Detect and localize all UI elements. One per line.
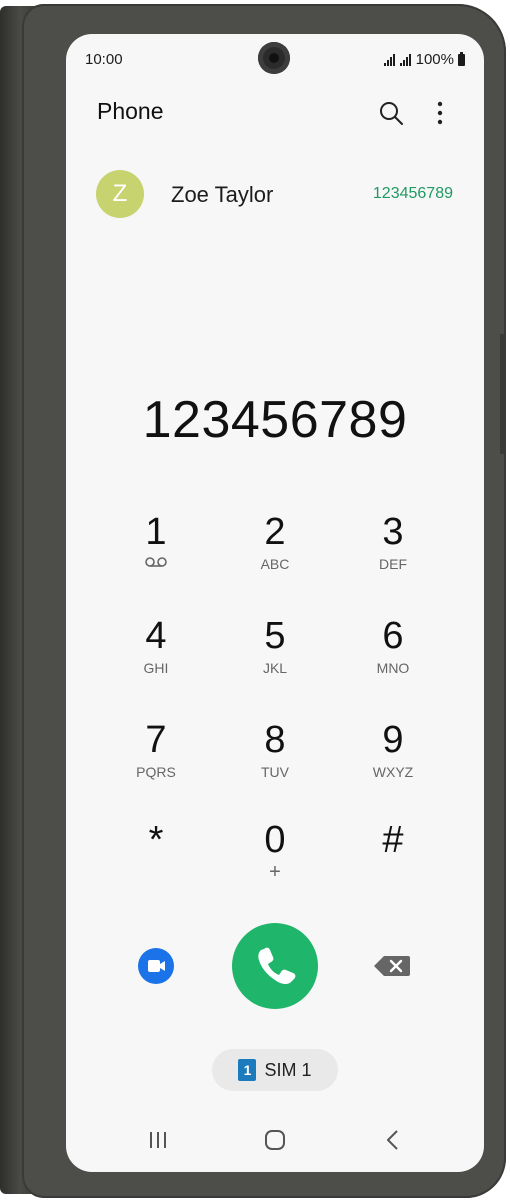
backspace-icon[interactable] xyxy=(372,952,412,980)
key-7[interactable]: 7 PQRS xyxy=(101,720,211,810)
contact-suggestion[interactable]: Z Zoe Taylor 123456789 xyxy=(66,170,484,220)
back-nav-icon[interactable] xyxy=(378,1127,408,1153)
dialed-number-display[interactable]: 123456789 xyxy=(66,390,484,450)
key-letters: DEF xyxy=(379,556,407,572)
key-digit: 7 xyxy=(145,719,167,761)
screen: 10:00 100% Phone Z Zoe Taylor 1 2 3 4 5 6 7 8 9 … xyxy=(66,34,484,1172)
phone-frame: 10:00 100% Phone Z Zoe Taylor 1 2 3 4 5 6 7 8 9 … xyxy=(0,0,510,1200)
key-digit: 9 xyxy=(382,719,404,761)
key-digit: 6 xyxy=(382,615,404,657)
battery-percent: 100% xyxy=(415,51,454,68)
key-digit: 0 xyxy=(264,819,286,861)
front-camera xyxy=(258,42,290,74)
key-0[interactable]: 0 + xyxy=(220,820,330,910)
contact-number: 123456789 xyxy=(372,185,453,202)
key-letters: TUV xyxy=(261,764,289,780)
key-digit: 1 xyxy=(145,511,167,553)
key-2[interactable]: 2 ABC xyxy=(220,512,330,602)
status-time: 10:00 xyxy=(85,51,123,68)
key-digit: 8 xyxy=(264,719,286,761)
sim-badge: 1 xyxy=(238,1059,257,1081)
key-digit: 4 xyxy=(145,615,167,657)
more-options-icon[interactable] xyxy=(430,98,450,128)
key-digit: 5 xyxy=(264,615,286,657)
key-letters: MNO xyxy=(376,660,410,676)
key-5[interactable]: 5 JKL xyxy=(220,616,330,706)
key-9[interactable]: 9 WXYZ xyxy=(338,720,448,810)
status-icons: 100% xyxy=(383,51,465,68)
key-3[interactable]: 3 DEF xyxy=(338,512,448,602)
sim-selector[interactable]: 1 SIM 1 xyxy=(212,1049,338,1091)
side-button xyxy=(500,334,506,454)
key-letters: ABC xyxy=(260,556,290,572)
call-button[interactable] xyxy=(232,923,318,1009)
key-digit: 2 xyxy=(264,511,286,553)
key-letters: GHI xyxy=(143,660,169,676)
recents-nav-icon[interactable] xyxy=(143,1127,173,1153)
key-6[interactable]: 6 MNO xyxy=(338,616,448,706)
video-call-icon xyxy=(148,960,165,972)
key-1[interactable]: 1 xyxy=(101,512,211,602)
voicemail-icon xyxy=(145,557,167,567)
key-letters: + xyxy=(269,861,281,883)
key-star[interactable]: * xyxy=(101,820,211,910)
key-letters: WXYZ xyxy=(372,764,414,780)
key-letters: PQRS xyxy=(136,764,176,780)
key-digit: 3 xyxy=(382,511,404,553)
avatar: Z xyxy=(96,170,144,218)
phone-icon xyxy=(258,947,296,985)
search-icon[interactable] xyxy=(376,98,406,128)
signal-icon xyxy=(399,53,411,66)
page-title: Phone xyxy=(97,98,164,124)
key-digit: # xyxy=(382,819,404,861)
key-digit: * xyxy=(148,819,164,861)
key-letters: JKL xyxy=(262,660,288,676)
signal-icon xyxy=(383,53,395,66)
battery-icon xyxy=(458,51,465,66)
status-bar: 10:00 100% xyxy=(66,34,484,86)
key-8[interactable]: 8 TUV xyxy=(220,720,330,810)
key-hash[interactable]: # xyxy=(338,820,448,910)
home-nav-icon[interactable] xyxy=(260,1127,290,1153)
video-call-button[interactable] xyxy=(138,948,174,984)
contact-name: Zoe Taylor xyxy=(171,182,274,207)
sim-label: SIM 1 xyxy=(264,1059,312,1080)
navigation-bar xyxy=(66,1119,484,1159)
key-4[interactable]: 4 GHI xyxy=(101,616,211,706)
